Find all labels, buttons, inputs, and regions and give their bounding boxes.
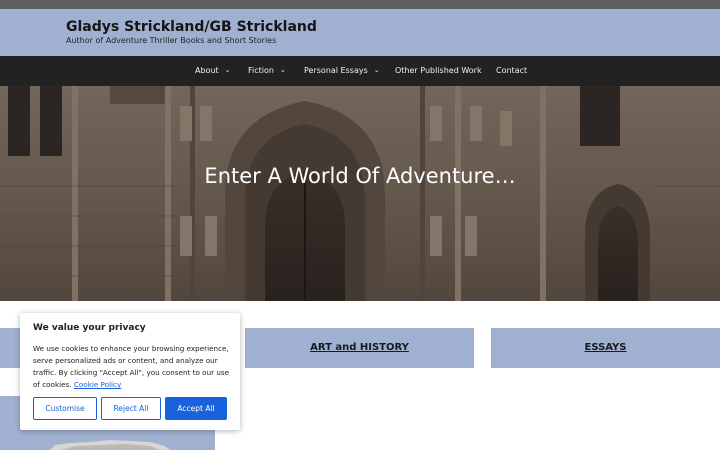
category-card-link[interactable]: ESSAYS (491, 328, 720, 368)
top-strip (0, 0, 720, 9)
category-card-essays[interactable]: ESSAYS (491, 328, 720, 368)
hero-title: Enter A World Of Adventure… (204, 164, 516, 188)
cookie-policy-link[interactable]: Cookie Policy (74, 380, 121, 389)
cookie-consent-banner: We value your privacy We use cookies to … (20, 313, 240, 430)
accept-all-button[interactable]: Accept All (165, 397, 227, 420)
chevron-down-icon: ⌄ (373, 66, 380, 74)
hero-banner: Enter A World Of Adventure… (0, 86, 720, 301)
nav-item-contact[interactable]: Contact (496, 56, 527, 86)
chevron-down-icon: ⌄ (224, 66, 231, 74)
cookie-banner-body: We use cookies to enhance your browsing … (33, 344, 230, 389)
nav-item-about[interactable]: About ⌄ (195, 56, 231, 86)
reject-all-button[interactable]: Reject All (101, 397, 161, 420)
nav-item-fiction[interactable]: Fiction ⌄ (248, 56, 286, 86)
chevron-down-icon: ⌄ (279, 66, 286, 74)
nav-item-label: About (195, 66, 219, 75)
nav-item-other-published-work[interactable]: Other Published Work (395, 56, 482, 86)
site-header: Gladys Strickland/GB Strickland Author o… (0, 9, 720, 56)
site-title[interactable]: Gladys Strickland/GB Strickland (66, 19, 317, 35)
category-card-link[interactable]: ART and HISTORY (245, 328, 474, 368)
nav-item-personal-essays[interactable]: Personal Essays ⌄ (304, 56, 380, 86)
cathedral-facade-image (0, 86, 720, 301)
nav-item-label: Personal Essays (304, 66, 368, 75)
nav-item-label: Contact (496, 66, 528, 75)
nav-item-label: Other Published Work (395, 66, 482, 75)
customise-button[interactable]: Customise (33, 397, 97, 420)
cookie-banner-text: We use cookies to enhance your browsing … (33, 343, 231, 391)
main-navigation: About ⌄ Fiction ⌄ Personal Essays ⌄ Other P… (0, 56, 720, 86)
category-card-art-history[interactable]: ART and HISTORY (245, 328, 474, 368)
cookie-banner-title: We value your privacy (33, 323, 146, 333)
nav-item-label: Fiction (248, 66, 274, 75)
site-tagline: Author of Adventure Thriller Books and S… (66, 36, 277, 45)
